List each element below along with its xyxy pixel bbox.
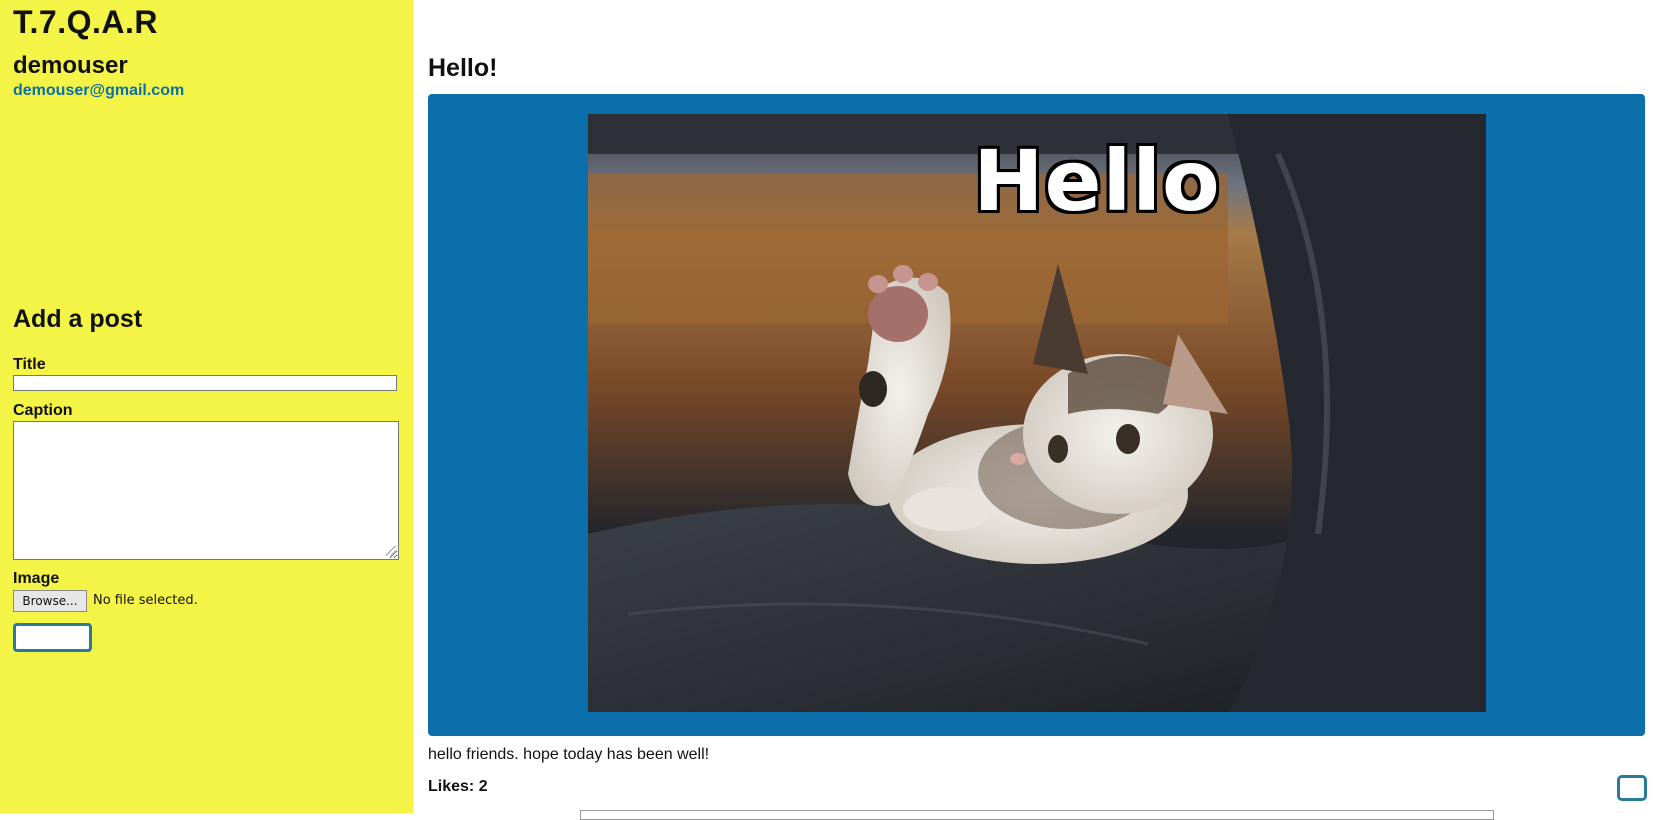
image-overlay-text: Hello	[973, 132, 1221, 230]
post-caption: hello friends. hope today has been well!	[428, 746, 710, 763]
profile-username: demouser	[13, 52, 128, 79]
add-post-heading: Add a post	[13, 305, 143, 333]
post-image: Hello	[588, 114, 1486, 712]
caption-label: Caption	[13, 402, 73, 419]
image-label: Image	[13, 570, 60, 587]
title-label: Title	[13, 356, 46, 373]
submit-post-button[interactable]	[13, 623, 92, 652]
resize-grip-icon[interactable]	[386, 546, 396, 556]
file-status-text: No file selected.	[93, 593, 198, 608]
caption-textarea[interactable]	[13, 421, 399, 560]
title-input[interactable]	[13, 375, 397, 391]
likes-count: Likes: 2	[428, 778, 488, 795]
sidebar: T.7.Q.A.R demouser demouser@gmail.com Ad…	[0, 0, 413, 813]
like-button[interactable]	[1617, 775, 1647, 801]
comment-input[interactable]	[580, 810, 1494, 820]
profile-email-link[interactable]: demouser@gmail.com	[13, 82, 184, 100]
browse-file-button[interactable]: Browse...	[13, 590, 87, 612]
post-image-frame: Hello	[428, 94, 1645, 736]
site-brand: T.7.Q.A.R	[13, 4, 158, 40]
post-title: Hello!	[428, 54, 498, 82]
